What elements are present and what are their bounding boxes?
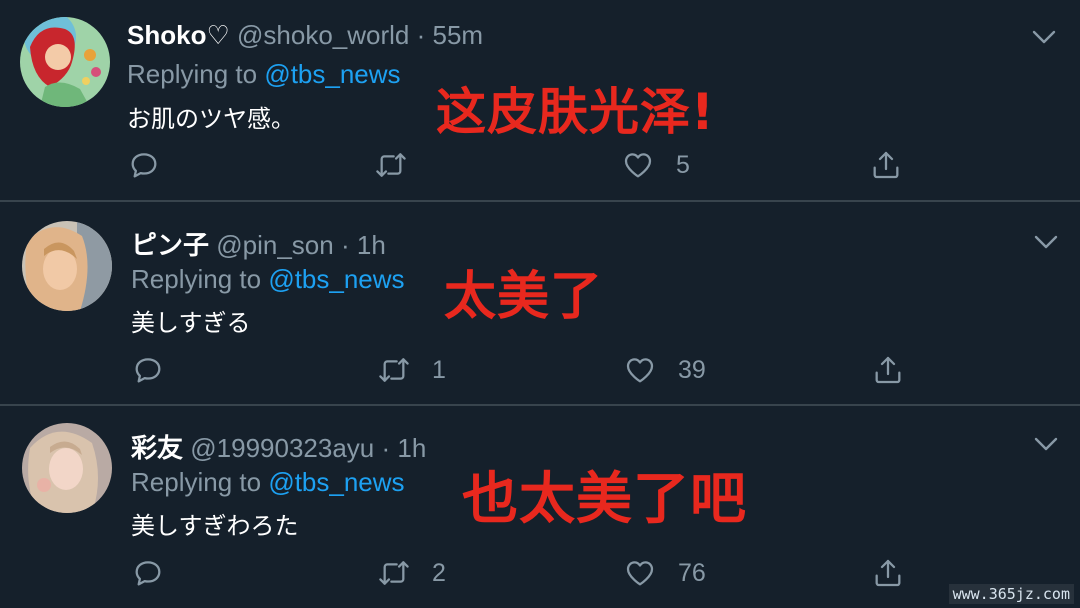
- tweet-header: ピン子 @pin_son · 1h: [131, 225, 386, 262]
- heart-icon: [624, 354, 656, 386]
- replying-prefix: Replying to: [131, 467, 262, 497]
- tweet-2[interactable]: ピン子 @pin_son · 1h Replying to @tbs_news …: [0, 202, 1080, 404]
- tweet-text: 美しすぎる: [131, 310, 251, 337]
- share-icon: [872, 354, 904, 386]
- handle[interactable]: @shoko_world: [237, 20, 409, 50]
- mention-link[interactable]: @tbs_news: [268, 264, 404, 294]
- mention-link[interactable]: @tbs_news: [268, 467, 404, 497]
- retweet-icon: [375, 149, 407, 181]
- display-name[interactable]: 彩友: [131, 433, 183, 463]
- handle[interactable]: @19990323ayu: [190, 433, 374, 463]
- chevron-down-icon[interactable]: [1030, 27, 1058, 47]
- replying-to: Replying to @tbs_news: [131, 264, 405, 295]
- tweet-1[interactable]: Shoko♡ @shoko_world · 55m Replying to @t…: [0, 0, 1080, 200]
- tweet-header: Shoko♡ @shoko_world · 55m: [127, 20, 483, 51]
- retweet-icon: [378, 354, 410, 386]
- reply-button[interactable]: [132, 555, 164, 591]
- overlay-caption: 太美了: [444, 267, 604, 327]
- retweet-count: 1: [432, 355, 446, 384]
- heart-icon: [624, 557, 656, 589]
- overlay-caption: 也太美了吧: [462, 467, 747, 532]
- like-count: 5: [676, 150, 690, 179]
- like-count: 76: [678, 558, 706, 587]
- tweet-text: お肌のツヤ感。: [127, 106, 295, 133]
- timestamp[interactable]: 1h: [397, 433, 426, 463]
- display-name[interactable]: ピン子: [131, 230, 209, 260]
- separator: ·: [381, 433, 391, 463]
- retweet-count: 2: [432, 558, 446, 587]
- like-button[interactable]: 76: [624, 555, 706, 591]
- share-button[interactable]: [870, 147, 902, 183]
- overlay-caption: 这皮肤光泽!: [436, 83, 715, 141]
- reply-button[interactable]: [132, 352, 164, 388]
- avatar-image: [20, 17, 110, 107]
- reply-icon: [132, 557, 164, 589]
- reply-icon: [128, 149, 160, 181]
- avatar-image: [22, 423, 112, 513]
- timestamp[interactable]: 1h: [357, 230, 386, 260]
- replying-prefix: Replying to: [131, 264, 262, 294]
- like-button[interactable]: 5: [622, 147, 690, 183]
- retweet-button[interactable]: 1: [378, 352, 446, 388]
- timestamp[interactable]: 55m: [433, 20, 484, 50]
- reply-icon: [132, 354, 164, 386]
- separator: ·: [340, 230, 350, 260]
- display-name[interactable]: Shoko♡: [127, 20, 230, 50]
- retweet-button[interactable]: [375, 147, 429, 183]
- like-count: 39: [678, 355, 706, 384]
- tweet-header: 彩友 @19990323ayu · 1h: [131, 428, 426, 465]
- reply-button[interactable]: [128, 147, 160, 183]
- watermark: www.365jz.com: [948, 584, 1074, 604]
- separator: ·: [416, 20, 426, 50]
- share-icon: [872, 557, 904, 589]
- avatar-image: [22, 221, 112, 311]
- tweet-text: 美しすぎわろた: [131, 513, 299, 540]
- avatar[interactable]: [20, 17, 110, 107]
- replying-to: Replying to @tbs_news: [127, 59, 401, 90]
- replying-to: Replying to @tbs_news: [131, 467, 405, 498]
- chevron-down-icon[interactable]: [1032, 232, 1060, 252]
- chevron-down-icon[interactable]: [1032, 434, 1060, 454]
- replying-prefix: Replying to: [127, 59, 258, 89]
- retweet-icon: [378, 557, 410, 589]
- share-button[interactable]: [872, 352, 904, 388]
- mention-link[interactable]: @tbs_news: [264, 59, 400, 89]
- avatar[interactable]: [22, 423, 112, 513]
- share-icon: [870, 149, 902, 181]
- heart-icon: [622, 149, 654, 181]
- avatar[interactable]: [22, 221, 112, 311]
- tweet-3[interactable]: 彩友 @19990323ayu · 1h Replying to @tbs_ne…: [0, 406, 1080, 608]
- retweet-button[interactable]: 2: [378, 555, 446, 591]
- handle[interactable]: @pin_son: [216, 230, 333, 260]
- like-button[interactable]: 39: [624, 352, 706, 388]
- share-button[interactable]: [872, 555, 904, 591]
